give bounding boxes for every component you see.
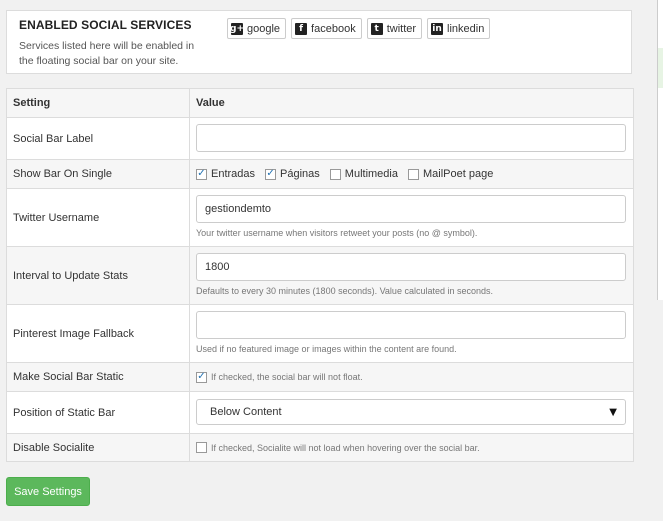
- facebook-icon: f: [295, 22, 308, 35]
- interval-input[interactable]: 1800: [196, 253, 626, 281]
- twitter-icon: t: [370, 22, 383, 35]
- services-description: Services listed here will be enabled in …: [19, 40, 195, 67]
- option-mailpoet[interactable]: MailPoet page: [407, 168, 494, 180]
- paginas-label: Páginas: [280, 168, 320, 180]
- mailpoet-checkbox[interactable]: [407, 168, 419, 180]
- facebook-label: facebook: [311, 22, 356, 35]
- google-label: google: [247, 22, 281, 35]
- table-row: Pinterest Image Fallback Used if no feat…: [7, 304, 633, 362]
- pinterest-fallback-help: Used if no featured image or images with…: [196, 344, 457, 354]
- make-static-help: If checked, the social bar will not floa…: [211, 372, 363, 382]
- table-row: Position of Static Bar Below Content ▼: [7, 391, 633, 433]
- save-settings-button[interactable]: Save Settings: [6, 477, 90, 506]
- position-select[interactable]: Below Content ▼: [196, 399, 626, 425]
- paginas-checkbox[interactable]: ✓: [265, 168, 277, 180]
- show-bar-options: ✓ Entradas ✓ Páginas Multimedia MailPoet…: [196, 160, 627, 188]
- multimedia-checkbox[interactable]: [329, 168, 341, 180]
- social-bar-label-label: Social Bar Label: [7, 118, 190, 159]
- chevron-down-icon: ▼: [609, 406, 617, 418]
- social-bar-label-input[interactable]: [196, 124, 626, 152]
- settings-table: Setting Value Social Bar Label Show Bar …: [6, 88, 634, 462]
- pinterest-fallback-label: Pinterest Image Fallback: [7, 305, 190, 362]
- twitter-username-input[interactable]: gestiondemto: [196, 195, 626, 223]
- table-row: Interval to Update Stats 1800 Defaults t…: [7, 246, 633, 304]
- service-buttons: g+ google f facebook t twitter in linked…: [227, 18, 491, 39]
- twitter-username-label: Twitter Username: [7, 189, 190, 246]
- value-column-header: Value: [196, 97, 225, 109]
- enabled-services-panel: ENABLED SOCIAL SERVICES Services listed …: [6, 10, 632, 74]
- facebook-service-button[interactable]: f facebook: [291, 18, 362, 39]
- linkedin-service-button[interactable]: in linkedin: [427, 18, 491, 39]
- disable-socialite-label: Disable Socialite: [7, 434, 190, 461]
- linkedin-label: linkedin: [447, 22, 485, 35]
- disable-socialite-checkbox[interactable]: [196, 442, 207, 453]
- entradas-label: Entradas: [211, 168, 256, 180]
- table-row: Social Bar Label: [7, 117, 633, 159]
- table-row: Disable Socialite If checked, Socialite …: [7, 433, 633, 461]
- show-bar-on-single-label: Show Bar On Single: [7, 160, 190, 188]
- mailpoet-label: MailPoet page: [422, 168, 494, 180]
- table-row: Make Social Bar Static ✓ If checked, the…: [7, 362, 633, 391]
- option-entradas[interactable]: ✓ Entradas: [196, 168, 255, 180]
- entradas-checkbox[interactable]: ✓: [196, 168, 207, 180]
- multimedia-label: Multimedia: [344, 168, 398, 180]
- interval-help: Defaults to every 30 minutes (1800 secon…: [196, 286, 493, 296]
- services-title: ENABLED SOCIAL SERVICES: [19, 18, 192, 32]
- disable-socialite-help: If checked, Socialite will not load when…: [211, 442, 480, 453]
- adjacent-panel-highlight: [658, 48, 663, 88]
- pinterest-fallback-input[interactable]: [196, 311, 626, 339]
- interval-label: Interval to Update Stats: [7, 247, 190, 304]
- position-selected-value: Below Content: [210, 406, 282, 418]
- option-paginas[interactable]: ✓ Páginas: [265, 168, 320, 180]
- google-service-button[interactable]: g+ google: [227, 18, 287, 39]
- google-icon: g+: [230, 22, 244, 35]
- twitter-username-help: Your twitter username when visitors retw…: [196, 228, 478, 238]
- twitter-service-button[interactable]: t twitter: [366, 18, 423, 39]
- make-static-label: Make Social Bar Static: [7, 363, 190, 391]
- twitter-label: twitter: [386, 22, 417, 35]
- table-row: Twitter Username gestiondemto Your twitt…: [7, 188, 633, 246]
- linkedin-icon: in: [431, 22, 444, 35]
- table-row: Show Bar On Single ✓ Entradas ✓ Páginas …: [7, 159, 633, 188]
- setting-column-header: Setting: [7, 89, 190, 117]
- table-header: Setting Value: [7, 89, 633, 117]
- position-static-bar-label: Position of Static Bar: [7, 392, 190, 433]
- adjacent-panel-edge: [657, 0, 663, 300]
- option-multimedia[interactable]: Multimedia: [329, 168, 398, 180]
- make-static-checkbox[interactable]: ✓: [196, 371, 207, 383]
